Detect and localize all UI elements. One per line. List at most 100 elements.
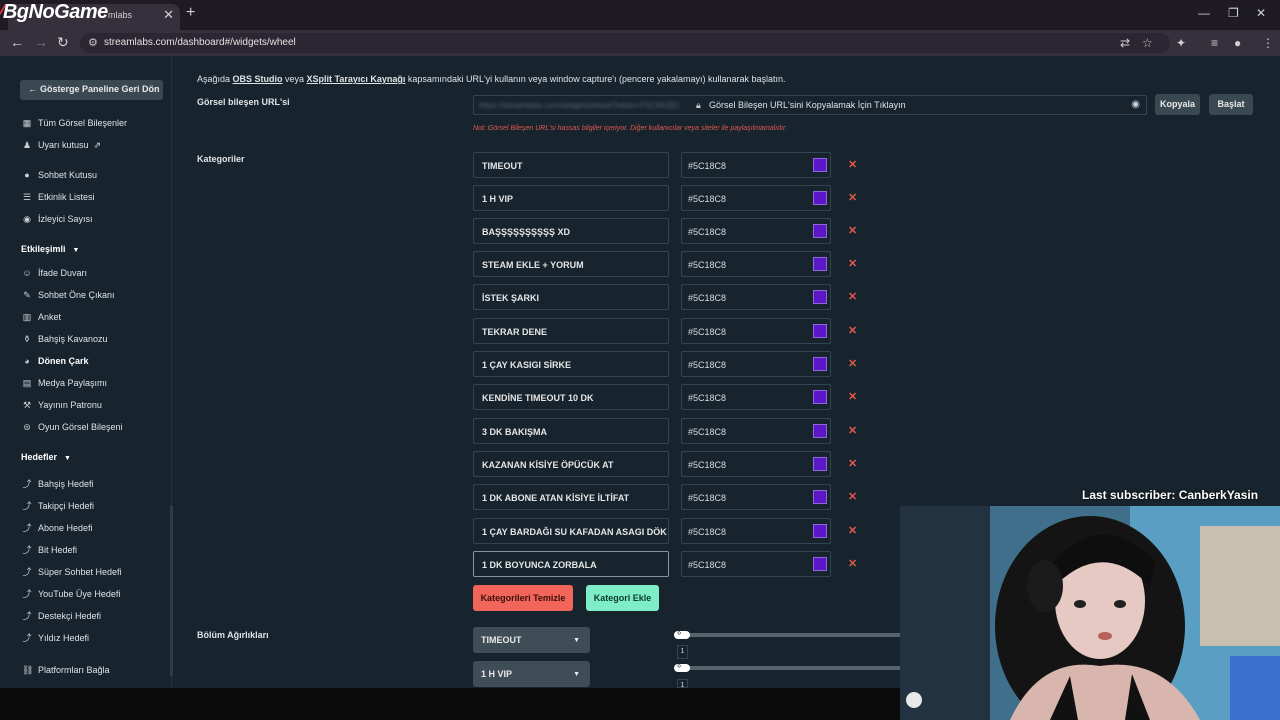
url-field[interactable]: ⚙ streamlabs.com/dashboard#/widgets/whee…: [80, 33, 1170, 53]
category-color-input[interactable]: #5C18C8: [681, 284, 831, 310]
forward-arrow-icon[interactable]: →: [34, 34, 48, 50]
launch-button[interactable]: Başlat: [1209, 94, 1253, 115]
sidebar-item-chat-highlight[interactable]: ✎ Sohbet Öne Çıkanı: [22, 290, 114, 301]
category-color-input[interactable]: #5C18C8: [681, 418, 831, 444]
category-name-input[interactable]: TEKRAR DENE: [473, 318, 669, 344]
back-to-dashboard-button[interactable]: ← Gösterge Paneline Geri Dön: [20, 80, 163, 100]
delete-category-icon[interactable]: ✕: [848, 557, 857, 570]
sidebar-item-spin-wheel[interactable]: ◕ Dönen Çark: [22, 356, 88, 366]
sidebar-item-emote-wall[interactable]: ☺ İfade Duvarı: [22, 268, 87, 278]
category-color-input[interactable]: #5C18C8: [681, 185, 831, 211]
sidebar-item-chat-box[interactable]: ● Sohbet Kutusu: [22, 170, 97, 180]
xsplit-link[interactable]: XSplit Tarayıcı Kaynağı: [307, 74, 406, 84]
category-name-input[interactable]: 1 H VIP: [473, 185, 669, 211]
weight-value[interactable]: 1: [677, 645, 688, 659]
sidebar-item-game-widget[interactable]: ⊜ Oyun Görsel Bileşeni: [22, 422, 122, 433]
delete-category-icon[interactable]: ✕: [848, 357, 857, 370]
sidebar-item-viewer-count[interactable]: ◉ İzleyici Sayısı: [22, 214, 92, 225]
sidebar-item-star-goal[interactable]: ⤴ Yıldız Hedefi: [22, 631, 89, 644]
close-window-button[interactable]: ✕: [1256, 6, 1266, 20]
category-color-input[interactable]: #5C18C8: [681, 551, 831, 577]
sidebar-item-tip-goal[interactable]: ⤴ Bahşiş Hedefi: [22, 477, 93, 490]
sidebar-item-sub-goal[interactable]: ⤴ Abone Hedefi: [22, 521, 92, 534]
translate-icon[interactable]: ⇄: [1120, 36, 1130, 50]
category-name-input[interactable]: 1 ÇAY KASIGI SİRKE: [473, 351, 669, 377]
category-color-input[interactable]: #5C18C8: [681, 152, 831, 178]
weight-slider-handle[interactable]: [674, 628, 690, 639]
color-swatch[interactable]: [813, 424, 827, 438]
weight-slider-track[interactable]: [677, 666, 905, 670]
delete-category-icon[interactable]: ✕: [848, 524, 857, 537]
copy-url-prompt[interactable]: Görsel Bileşen URL'sini Kopyalamak İçin …: [709, 100, 906, 110]
restore-button[interactable]: ❐: [1228, 6, 1239, 20]
delete-category-icon[interactable]: ✕: [848, 290, 857, 303]
category-name-input[interactable]: KENDİNE TIMEOUT 10 DK: [473, 384, 669, 410]
site-settings-icon[interactable]: ⚙: [88, 36, 98, 49]
sidebar-item-alert-box[interactable]: ♟ Uyarı kutusu ⇗: [22, 140, 101, 151]
category-name-input[interactable]: 1 DK BOYUNCA ZORBALA: [473, 551, 669, 577]
color-swatch[interactable]: [813, 457, 827, 471]
category-name-input[interactable]: BAŞŞŞŞŞŞŞŞŞŞ XD: [473, 218, 669, 244]
delete-category-icon[interactable]: ✕: [848, 457, 857, 470]
obs-studio-link[interactable]: OBS Studio: [233, 74, 283, 84]
color-swatch[interactable]: [813, 390, 827, 404]
sidebar-item-superchat-goal[interactable]: ⤴ Süper Sohbet Hedefi: [22, 565, 121, 578]
delete-category-icon[interactable]: ✕: [848, 257, 857, 270]
color-swatch[interactable]: [813, 257, 827, 271]
category-color-input[interactable]: #5C18C8: [681, 451, 831, 477]
sidebar-item-connect-platforms[interactable]: ⛓ Platformları Bağla: [22, 665, 110, 676]
color-swatch[interactable]: [813, 290, 827, 304]
color-swatch[interactable]: [813, 191, 827, 205]
reload-icon[interactable]: ↻: [57, 34, 69, 51]
weight-slider-track[interactable]: [677, 633, 905, 637]
back-arrow-icon[interactable]: ←: [10, 34, 24, 50]
category-color-input[interactable]: #5C18C8: [681, 518, 831, 544]
sidebar-item-bit-goal[interactable]: ⤴ Bit Hedefi: [22, 543, 77, 556]
category-color-input[interactable]: #5C18C8: [681, 484, 831, 510]
sidebar-item-tip-jar[interactable]: ⚱ Bahşiş Kavanozu: [22, 334, 107, 345]
delete-category-icon[interactable]: ✕: [848, 490, 857, 503]
category-name-input[interactable]: 1 DK ABONE ATAN KİSİYE İLTİFAT: [473, 484, 669, 510]
copy-button[interactable]: Kopyala: [1155, 94, 1200, 115]
profile-icon[interactable]: ●: [1234, 36, 1241, 50]
weight-slider-handle[interactable]: [674, 661, 690, 672]
category-name-input[interactable]: 1 ÇAY BARDAĞI SU KAFADAN ASAGI DÖK: [473, 518, 669, 544]
category-color-input[interactable]: #5C18C8: [681, 384, 831, 410]
category-color-input[interactable]: #5C18C8: [681, 351, 831, 377]
color-swatch[interactable]: [813, 524, 827, 538]
color-swatch[interactable]: [813, 224, 827, 238]
browser-menu-icon[interactable]: ⋮: [1262, 36, 1274, 50]
media-control-icon[interactable]: ≡: [1211, 36, 1218, 50]
category-name-input[interactable]: STEAM EKLE + YORUM: [473, 251, 669, 277]
delete-category-icon[interactable]: ✕: [848, 224, 857, 237]
new-tab-button[interactable]: +: [186, 4, 195, 22]
sidebar-item-poll[interactable]: ▥ Anket: [22, 312, 61, 323]
weight-category-select[interactable]: TIMEOUT ▼: [473, 627, 590, 653]
bookmark-star-icon[interactable]: ☆: [1142, 36, 1153, 50]
sidebar-item-all-widgets[interactable]: ▦ Tüm Görsel Bileşenler: [22, 118, 127, 129]
delete-category-icon[interactable]: ✕: [848, 324, 857, 337]
tab-close-icon[interactable]: ✕: [163, 7, 174, 23]
sidebar-item-media-share[interactable]: ▤ Medya Paylaşımı: [22, 378, 107, 389]
sidebar-item-stream-boss[interactable]: ⚒ Yayının Patronu: [22, 400, 102, 411]
add-category-button[interactable]: Kategori Ekle: [586, 585, 659, 611]
minimize-button[interactable]: —: [1198, 6, 1210, 20]
color-swatch[interactable]: [813, 490, 827, 504]
color-swatch[interactable]: [813, 357, 827, 371]
category-name-input[interactable]: TIMEOUT: [473, 152, 669, 178]
clear-categories-button[interactable]: Kategorileri Temizle: [473, 585, 573, 611]
delete-category-icon[interactable]: ✕: [848, 158, 857, 171]
category-name-input[interactable]: İSTEK ŞARKI: [473, 284, 669, 310]
category-color-input[interactable]: #5C18C8: [681, 251, 831, 277]
category-color-input[interactable]: #5C18C8: [681, 218, 831, 244]
category-name-input[interactable]: KAZANAN KİSİYE ÖPÜCÜK AT: [473, 451, 669, 477]
delete-category-icon[interactable]: ✕: [848, 390, 857, 403]
color-swatch[interactable]: [813, 557, 827, 571]
weight-category-select[interactable]: 1 H VIP ▼: [473, 661, 590, 687]
delete-category-icon[interactable]: ✕: [848, 424, 857, 437]
category-name-input[interactable]: 3 DK BAKIŞMA: [473, 418, 669, 444]
sidebar-item-event-list[interactable]: ☰ Etkinlik Listesi: [22, 192, 95, 203]
eye-icon[interactable]: ◉: [1131, 99, 1140, 110]
extensions-icon[interactable]: ✦: [1176, 36, 1186, 50]
sidebar-item-youtube-member-goal[interactable]: ⤴ YouTube Üye Hedefi: [22, 587, 120, 600]
